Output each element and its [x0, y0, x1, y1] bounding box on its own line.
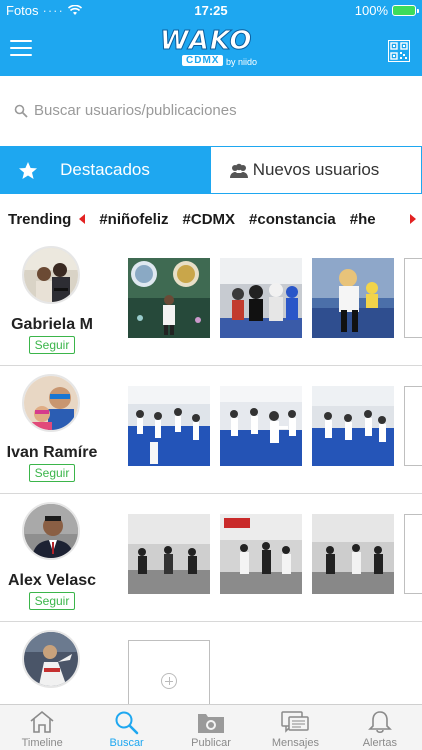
post-thumbnail[interactable]	[312, 386, 394, 466]
nav-label: Buscar	[109, 737, 144, 749]
user-row: Ivan Ramíre Seguir	[0, 366, 422, 494]
avatar[interactable]	[22, 246, 80, 304]
scroll-left-icon[interactable]	[79, 214, 86, 224]
hashtag[interactable]: #niñofeliz	[99, 211, 168, 228]
post-thumbnail-partial[interactable]	[404, 258, 422, 338]
app-logo: WAKO CDMX by niido	[159, 26, 264, 72]
follow-button[interactable]: Seguir	[29, 464, 75, 482]
nav-label: Publicar	[191, 737, 231, 749]
avatar[interactable]	[22, 374, 80, 432]
avatar[interactable]	[22, 502, 80, 560]
app-header: WAKO CDMX by niido	[0, 22, 422, 76]
logo-by-niido: by niido	[226, 57, 258, 67]
nav-label: Mensajes	[271, 737, 319, 749]
avatar[interactable]	[22, 630, 80, 688]
search-icon	[115, 711, 138, 735]
logo-cdmx: CDMX	[182, 55, 224, 66]
post-thumbnail[interactable]	[220, 258, 302, 338]
home-icon	[30, 710, 54, 733]
search-bar	[0, 76, 422, 146]
nav-buscar[interactable]: Buscar	[84, 705, 168, 750]
post-thumbnail[interactable]	[220, 386, 302, 466]
qr-code-icon[interactable]	[388, 40, 410, 62]
tab-label: Destacados	[60, 160, 150, 179]
star-icon	[19, 162, 37, 179]
search-input[interactable]	[34, 98, 394, 122]
trending-label: Trending	[8, 210, 72, 228]
nav-timeline[interactable]: Timeline	[0, 705, 84, 750]
username[interactable]: Alex Velasc	[0, 572, 104, 590]
username[interactable]: Gabriela M	[0, 316, 104, 334]
status-bar: Fotos ···· 17:25 100%	[0, 0, 422, 22]
post-thumbnail[interactable]	[312, 258, 394, 338]
hashtag[interactable]: #he	[350, 211, 376, 228]
fade-overlay	[388, 204, 408, 234]
trending-bar: Trending #niñofeliz #CDMX #constancia #h…	[0, 204, 422, 234]
feed-tabs: Destacados Nuevos usuarios	[0, 146, 422, 194]
search-icon	[14, 104, 28, 118]
nav-label: Timeline	[21, 737, 63, 749]
bottom-nav: Timeline Buscar Publicar Mensajes Alerta…	[0, 704, 422, 750]
post-thumbnail-partial[interactable]	[404, 386, 422, 466]
nav-label: Alertas	[362, 737, 397, 749]
scroll-right-icon[interactable]	[410, 214, 416, 224]
chat-icon	[281, 711, 310, 733]
nav-mensajes[interactable]: Mensajes	[253, 705, 337, 750]
logo-wako: WAKO	[159, 26, 253, 57]
menu-icon[interactable]	[10, 40, 32, 58]
user-feed: Gabriela M Seguir Ivan Ramíre Seguir Ale…	[0, 238, 422, 718]
follow-button[interactable]: Seguir	[29, 336, 75, 354]
battery-icon	[392, 5, 419, 16]
users-icon	[230, 163, 248, 178]
post-thumbnail[interactable]	[312, 514, 394, 594]
post-thumbnail[interactable]	[128, 258, 210, 338]
hashtag[interactable]: #CDMX	[183, 211, 236, 228]
tab-nuevos-usuarios[interactable]: Nuevos usuarios	[210, 147, 421, 193]
post-thumbnail[interactable]	[220, 514, 302, 594]
nav-alertas[interactable]: Alertas	[338, 705, 422, 750]
user-row: Gabriela M Seguir	[0, 238, 422, 366]
tab-label: Nuevos usuarios	[252, 160, 380, 179]
bell-icon	[367, 711, 392, 734]
nav-publicar[interactable]: Publicar	[169, 705, 253, 750]
plus-icon	[161, 673, 177, 689]
battery-status: 100%	[354, 3, 419, 18]
battery-percent: 100%	[354, 3, 388, 18]
post-thumbnail[interactable]	[128, 386, 210, 466]
post-thumbnail[interactable]	[128, 514, 210, 594]
user-row: Alex Velasc Seguir	[0, 494, 422, 622]
hashtag[interactable]: #constancia	[249, 211, 336, 228]
camera-folder-icon	[198, 714, 225, 733]
tab-destacados[interactable]: Destacados	[0, 147, 210, 193]
follow-button[interactable]: Seguir	[29, 592, 75, 610]
post-thumbnail-partial[interactable]	[404, 514, 422, 594]
user-row	[0, 622, 422, 718]
username[interactable]: Ivan Ramíre	[0, 444, 104, 462]
